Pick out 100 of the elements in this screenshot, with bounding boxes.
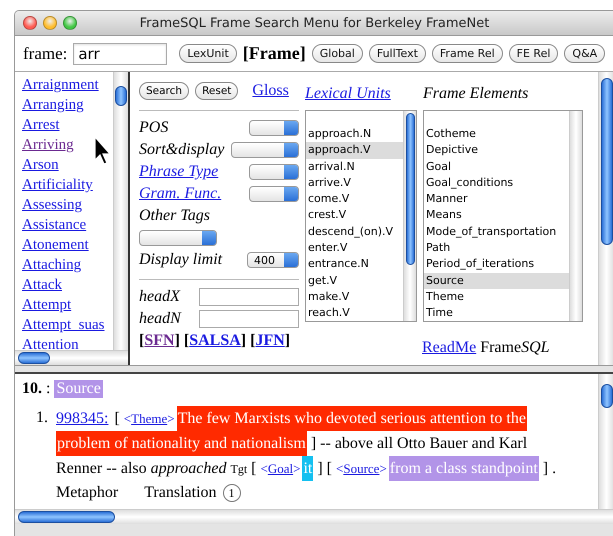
frame-link[interactable]: Attaching xyxy=(22,255,82,275)
nav-button[interactable]: Frame Rel xyxy=(432,44,503,63)
note-text: Translation xyxy=(144,483,217,503)
nav-button[interactable]: FE Rel xyxy=(508,44,558,63)
highlighted-span: from a class standpoint xyxy=(388,456,539,481)
list-option[interactable]: Period_of_iterations xyxy=(424,256,569,273)
dropdown[interactable] xyxy=(249,164,299,180)
scrollbar[interactable] xyxy=(598,72,613,365)
frame-link[interactable]: Attempt xyxy=(22,295,72,315)
list-option[interactable]: Mode_of_transportation xyxy=(424,224,569,240)
list-option[interactable]: arrival.N xyxy=(306,158,403,175)
list-option[interactable]: Means xyxy=(424,207,569,224)
field-label: Other Tags xyxy=(139,207,210,225)
list-option[interactable]: make.V xyxy=(306,288,403,306)
list-option[interactable]: Cotheme xyxy=(424,126,569,142)
list-option[interactable]: Manner xyxy=(424,191,569,208)
field-label: Display limit xyxy=(139,251,222,269)
column-title: Frame Elements xyxy=(423,85,528,103)
brand-text: FrameSQL xyxy=(480,339,550,357)
scrollbar[interactable] xyxy=(403,111,416,321)
sentence-text: ] [ xyxy=(317,459,332,479)
list-option[interactable]: Theme xyxy=(424,288,569,306)
nav-button[interactable]: FullText xyxy=(368,44,426,63)
scrollbar[interactable] xyxy=(598,374,613,509)
resource-link[interactable]: [JFN] xyxy=(250,332,290,350)
frame-link[interactable]: Arraignment xyxy=(22,75,99,95)
frame-link[interactable]: Attention xyxy=(22,335,79,350)
list-option[interactable]: come.V xyxy=(306,191,403,208)
list-option[interactable]: crest.V xyxy=(306,207,403,224)
count-badge: 1 xyxy=(222,484,241,502)
sentence-text: [ xyxy=(114,409,120,429)
nav-button[interactable]: Q&A xyxy=(564,44,606,63)
scrollbar[interactable] xyxy=(15,509,613,524)
resource-link[interactable]: [SFN] xyxy=(139,332,180,350)
resource-link[interactable]: [SALSA] xyxy=(184,332,246,350)
sentence-link[interactable]: 998345: xyxy=(56,407,108,430)
frame-link[interactable]: Arson xyxy=(22,155,59,175)
frame-link[interactable]: Arranging xyxy=(22,95,84,115)
separator: : xyxy=(46,380,50,398)
list-option[interactable]: entrance.N xyxy=(306,256,403,273)
list-option[interactable]: descend_(on).V xyxy=(306,224,403,240)
field-label: headX xyxy=(139,288,180,306)
frame-link[interactable]: Atonement xyxy=(22,235,89,255)
list-option[interactable]: get.V xyxy=(306,272,403,289)
field-link[interactable]: Gram. Func. xyxy=(139,185,222,203)
frame-link[interactable]: Arriving xyxy=(22,135,74,155)
list-option[interactable]: Goal_conditions xyxy=(424,174,569,192)
frame-link[interactable]: Attack xyxy=(22,275,62,295)
sentence-text: ] -- above all Otto Bauer and Karl xyxy=(310,434,528,454)
dropdown[interactable]: 400 xyxy=(247,252,299,268)
minimize-button[interactable] xyxy=(43,16,57,30)
highlighted-span: problem of nationality and nationalism xyxy=(56,431,307,456)
readme-link[interactable]: ReadMe xyxy=(422,339,476,357)
target-word: approached xyxy=(150,459,226,479)
frame-link[interactable]: Artificiality xyxy=(22,175,93,195)
field-link[interactable]: Phrase Type xyxy=(139,163,218,181)
dropdown[interactable] xyxy=(231,142,299,158)
frame-link[interactable]: Assistance xyxy=(22,215,86,235)
list-option[interactable]: Source xyxy=(424,272,569,289)
fe-tag: Source xyxy=(54,380,103,398)
scrollbar[interactable] xyxy=(113,72,128,350)
dropdown[interactable] xyxy=(249,120,299,136)
fe-label-link[interactable]: <Goal> xyxy=(260,457,300,480)
nav-button[interactable]: Global xyxy=(312,44,363,63)
list-option[interactable]: reach.V xyxy=(306,305,403,321)
lexical-units-link[interactable]: Lexical Units xyxy=(305,85,391,103)
scrollbar[interactable] xyxy=(569,111,582,321)
frame-link[interactable]: Arrest xyxy=(22,115,60,135)
list-option[interactable]: approach.V xyxy=(306,142,403,159)
text-input[interactable] xyxy=(199,310,299,328)
list-option[interactable]: arrive.V xyxy=(306,174,403,192)
zoom-button[interactable] xyxy=(63,16,77,30)
dropdown[interactable] xyxy=(249,186,299,202)
form-button[interactable]: Search xyxy=(139,82,190,100)
list-option[interactable]: Time xyxy=(424,305,569,321)
note-text: Metaphor xyxy=(56,483,118,503)
close-button[interactable] xyxy=(23,16,37,30)
field-label: Sort&display xyxy=(139,141,224,159)
frame-input[interactable]: arr xyxy=(73,42,168,64)
result-number: 10. xyxy=(22,380,42,398)
field-label: headN xyxy=(139,310,181,328)
dropdown[interactable] xyxy=(139,230,217,246)
fe-label-link[interactable]: <Source> xyxy=(336,457,387,480)
scrollbar[interactable] xyxy=(15,350,128,365)
sentence-text: [ xyxy=(251,459,256,479)
gloss-link[interactable]: Gloss xyxy=(252,82,289,100)
sentence-text: Renner -- also xyxy=(56,459,147,479)
highlighted-span: it xyxy=(302,456,314,481)
form-button[interactable]: Reset xyxy=(195,82,238,100)
nav-button[interactable]: LexUnit xyxy=(179,44,237,63)
list-option[interactable]: Goal xyxy=(424,158,569,175)
list-option[interactable]: enter.V xyxy=(306,240,403,256)
list-option[interactable]: approach.N xyxy=(306,126,403,142)
text-input[interactable] xyxy=(199,288,299,306)
list-option[interactable]: Depictive xyxy=(424,142,569,159)
fe-label-link[interactable]: <Theme> xyxy=(124,407,175,430)
frame-link[interactable]: Assessing xyxy=(22,195,82,215)
list-option[interactable]: Path xyxy=(424,240,569,256)
current-view-label: [Frame] xyxy=(242,43,306,64)
frame-link[interactable]: Attempt_suas xyxy=(22,315,104,335)
